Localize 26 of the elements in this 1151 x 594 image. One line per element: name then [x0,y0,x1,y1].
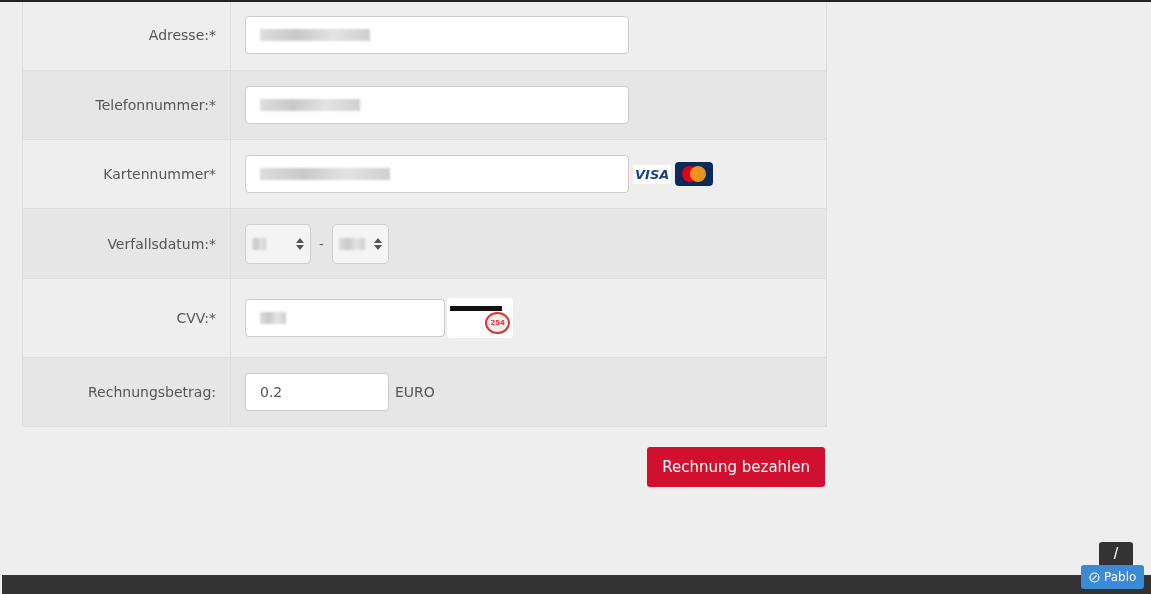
blurred-value [260,312,286,324]
pay-invoice-button[interactable]: Rechnung bezahlen [647,447,825,487]
date-separator: - [319,236,324,251]
blurred-value [252,237,266,250]
input-field[interactable] [245,155,629,193]
input-field[interactable] [245,16,629,54]
spinner-arrows-icon [373,236,382,251]
field-label: Rechnungsbetrag: [88,384,216,400]
visa-logo: VISA [633,164,672,184]
amount-field[interactable]: 0.2 [245,373,389,411]
edit-icon [1089,571,1100,583]
input-field[interactable] [245,86,629,124]
blurred-value [338,237,365,250]
month-select[interactable] [245,223,311,264]
currency-label: EURO [395,384,435,400]
mastercard-logo-icon [675,162,714,186]
scroll-top-button[interactable]: / [1099,542,1133,565]
field-label: Verfallsdatum:* [107,235,216,252]
input-field[interactable] [245,299,445,337]
spinner-arrows-icon [296,236,304,251]
year-select[interactable] [331,223,389,264]
field-label: Adresse:* [148,27,216,43]
field-label: CVV:* [176,310,216,326]
field-label: Telefonnummer:* [95,97,216,113]
field-label: Kartennummer* [103,166,216,182]
user-badge[interactable]: Pablo [1081,565,1145,589]
